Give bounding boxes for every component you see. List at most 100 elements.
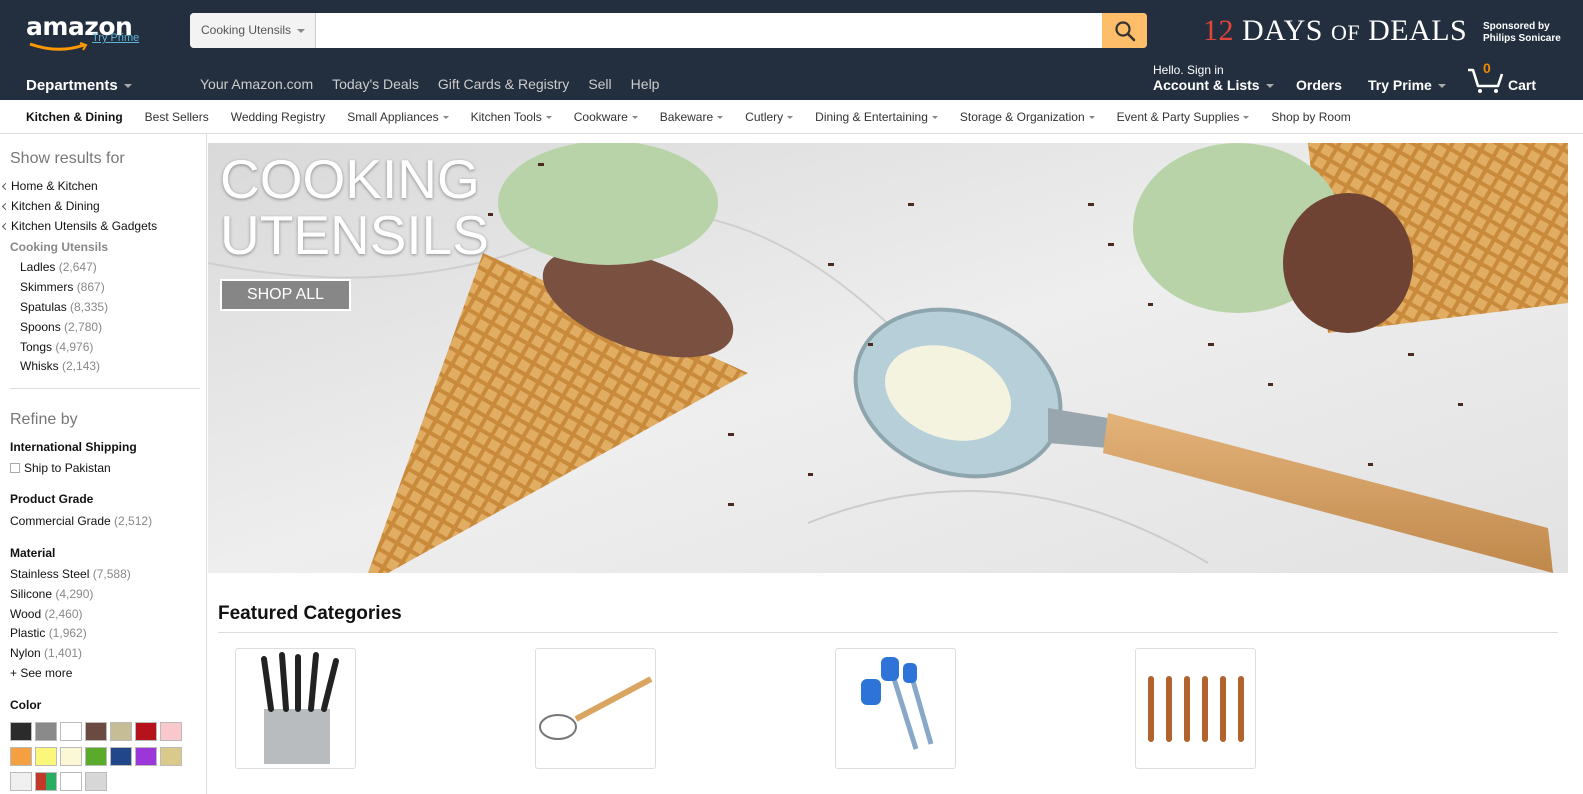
subnav-item-cookware[interactable]: Cookware xyxy=(574,110,638,124)
search-category-dropdown[interactable]: Cooking Utensils xyxy=(190,13,316,48)
color-swatch[interactable] xyxy=(10,772,32,791)
chevron-left-icon xyxy=(1,202,10,211)
deals-banner[interactable]: 12 DAYS OF DEALS xyxy=(1203,14,1467,48)
nav-link-help[interactable]: Help xyxy=(631,76,660,92)
color-swatch[interactable] xyxy=(160,722,182,741)
nav-link-todays-deals[interactable]: Today's Deals xyxy=(332,76,419,92)
amazon-logo[interactable]: amazon Try Prime xyxy=(26,12,139,51)
subcategory-whisks[interactable]: Whisks (2,143) xyxy=(20,359,100,373)
sidebar-divider xyxy=(10,388,200,389)
color-swatch[interactable] xyxy=(10,747,32,766)
color-swatch[interactable] xyxy=(135,722,157,741)
nav-link-sell[interactable]: Sell xyxy=(588,76,611,92)
nav-link-gift-cards[interactable]: Gift Cards & Registry xyxy=(438,76,569,92)
color-swatch[interactable] xyxy=(60,747,82,766)
search-input[interactable] xyxy=(317,13,1102,48)
subnav-label: Kitchen Tools xyxy=(470,110,542,124)
chevron-left-icon xyxy=(1,222,10,231)
color-swatch[interactable] xyxy=(85,747,107,766)
category-tile-utensil-sets[interactable] xyxy=(235,648,356,769)
ship-to-pakistan-checkbox[interactable]: Ship to Pakistan xyxy=(10,461,111,475)
chevron-down-icon xyxy=(442,116,449,120)
chevron-down-icon xyxy=(631,116,638,120)
grade-count: (2,512) xyxy=(114,514,153,528)
material-wood[interactable]: Wood (2,460) xyxy=(10,607,83,621)
color-swatch[interactable] xyxy=(110,747,132,766)
subnav-item-storage-organization[interactable]: Storage & Organization xyxy=(960,110,1095,124)
search-button[interactable] xyxy=(1102,13,1147,48)
subnav-label: Small Appliances xyxy=(347,110,439,124)
nav-link-your-amazon[interactable]: Your Amazon.com xyxy=(200,76,313,92)
subcategory-ladles[interactable]: Ladles (2,647) xyxy=(20,260,97,274)
breadcrumb-label: Home & Kitchen xyxy=(11,179,98,193)
see-more-link[interactable]: + See more xyxy=(10,666,72,680)
subnav-item-bakeware[interactable]: Bakeware xyxy=(659,110,724,124)
subcategory-spatulas[interactable]: Spatulas (8,335) xyxy=(20,300,108,314)
try-prime-label: Try Prime xyxy=(1368,77,1432,93)
intl-shipping-heading: International Shipping xyxy=(10,440,137,454)
subnav-item-wedding-registry[interactable]: Wedding Registry xyxy=(231,110,326,124)
subcategory-tongs[interactable]: Tongs (4,976) xyxy=(20,340,93,354)
subnav-item-small-appliances[interactable]: Small Appliances xyxy=(347,110,449,124)
ship-to-label: Ship to Pakistan xyxy=(24,461,111,475)
shop-all-button[interactable]: SHOP ALL xyxy=(220,279,351,311)
subcategory-skimmers[interactable]: Skimmers (867) xyxy=(20,280,105,294)
subnav-item-dining-entertaining[interactable]: Dining & Entertaining xyxy=(815,110,938,124)
color-swatch[interactable] xyxy=(85,772,107,791)
breadcrumb-kitchen-dining[interactable]: Kitchen & Dining xyxy=(1,199,100,213)
deals-of: OF xyxy=(1330,20,1361,45)
color-swatch[interactable] xyxy=(135,747,157,766)
grade-commercial[interactable]: Commercial Grade (2,512) xyxy=(10,514,152,528)
nav-links: Your Amazon.com Today's Deals Gift Cards… xyxy=(200,76,659,92)
subcategory-spoons[interactable]: Spoons (2,780) xyxy=(20,320,102,334)
checkbox-icon xyxy=(10,463,20,473)
hero-banner[interactable]: COOKING UTENSILS SHOP ALL xyxy=(208,143,1568,573)
cart-label: Cart xyxy=(1508,77,1537,93)
material-count: (1,962) xyxy=(48,626,87,640)
featured-divider xyxy=(218,632,1558,633)
color-swatch[interactable] xyxy=(110,722,132,741)
material-plastic[interactable]: Plastic (1,962) xyxy=(10,626,87,640)
category-subnav: Kitchen & Dining Best Sellers Wedding Re… xyxy=(0,100,1583,134)
subnav-label: Cookware xyxy=(573,110,628,124)
material-stainless-steel[interactable]: Stainless Steel (7,588) xyxy=(10,567,131,581)
try-prime-link[interactable]: Try Prime xyxy=(92,32,139,44)
color-swatch[interactable] xyxy=(35,772,57,791)
main-nav: Departments Your Amazon.com Today's Deal… xyxy=(0,60,1583,100)
subnav-item-kitchen-tools[interactable]: Kitchen Tools xyxy=(471,110,552,124)
departments-label: Departments xyxy=(26,77,118,94)
material-heading: Material xyxy=(10,546,56,560)
color-swatch[interactable] xyxy=(60,722,82,741)
deals-number: 12 xyxy=(1203,14,1234,47)
color-swatch[interactable] xyxy=(35,722,57,741)
category-tile-spatulas[interactable] xyxy=(835,648,956,769)
account-lists-menu[interactable]: Account & Lists xyxy=(1153,77,1274,93)
breadcrumb-kitchen-utensils[interactable]: Kitchen Utensils & Gadgets xyxy=(1,219,157,233)
orders-link[interactable]: Orders xyxy=(1296,77,1342,93)
breadcrumb-home-kitchen[interactable]: Home & Kitchen xyxy=(1,179,98,193)
color-swatch[interactable] xyxy=(60,772,82,791)
subnav-item-shop-by-room[interactable]: Shop by Room xyxy=(1271,110,1350,124)
color-swatch[interactable] xyxy=(10,722,32,741)
color-swatch[interactable] xyxy=(35,747,57,766)
color-swatch[interactable] xyxy=(85,722,107,741)
subnav-items: Kitchen & Dining Best Sellers Wedding Re… xyxy=(26,110,1351,124)
subcategory-count: (867) xyxy=(76,280,105,294)
subnav-item-kitchen-dining[interactable]: Kitchen & Dining xyxy=(26,110,123,124)
try-prime-menu[interactable]: Try Prime xyxy=(1368,77,1446,93)
hello-text[interactable]: Hello. Sign in xyxy=(1153,63,1224,77)
material-silicone[interactable]: Silicone (4,290) xyxy=(10,587,93,601)
chevron-down-icon xyxy=(123,84,132,89)
color-swatch[interactable] xyxy=(160,747,182,766)
subnav-label: Bakeware xyxy=(659,110,714,124)
subnav-item-cutlery[interactable]: Cutlery xyxy=(745,110,794,124)
material-label: Wood xyxy=(10,607,42,621)
subnav-item-best-sellers[interactable]: Best Sellers xyxy=(145,110,209,124)
material-nylon[interactable]: Nylon (1,401) xyxy=(10,646,82,660)
subnav-item-event-party[interactable]: Event & Party Supplies xyxy=(1117,110,1250,124)
material-count: (4,290) xyxy=(55,587,94,601)
category-tile-skimmers[interactable] xyxy=(535,648,656,769)
featured-categories-heading: Featured Categories xyxy=(218,603,402,624)
category-tile-spoons[interactable] xyxy=(1135,648,1256,769)
departments-menu[interactable]: Departments xyxy=(26,77,132,94)
